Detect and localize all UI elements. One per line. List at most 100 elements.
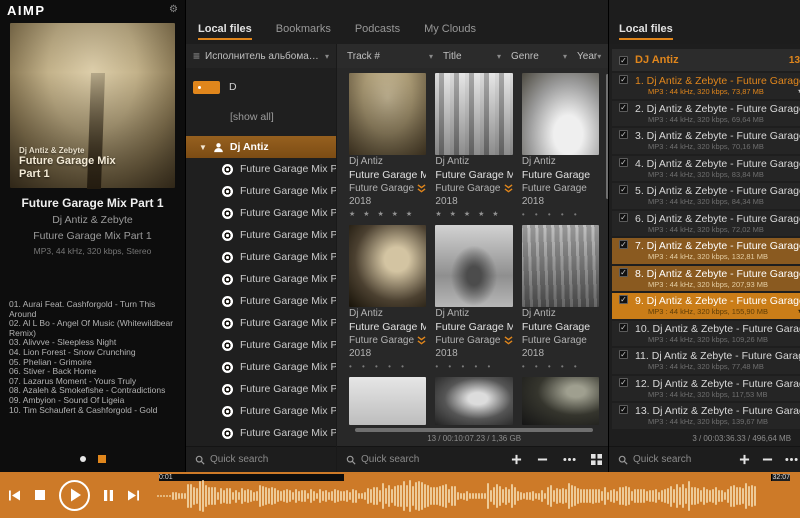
column-header-year[interactable]: Year▾ [577,51,611,62]
track-checkbox[interactable]: ✓ [619,158,628,167]
remove-icon[interactable] [762,454,773,465]
tree-show-all[interactable]: [show all] [186,106,336,128]
playlist-track-row[interactable]: ✓9. Dj Antiz & Zebyte - Future Garage ..… [612,293,800,319]
cell-rating[interactable]: • • • • • [435,362,512,370]
tab-my-clouds[interactable]: My Clouds [424,23,476,44]
tree-album-item[interactable]: Future Garage Mix Part 15 [186,422,336,444]
playlist-track-row[interactable]: ✓12. Dj Antiz & Zebyte - Future Garage .… [612,376,800,402]
track-checkbox[interactable]: ✓ [619,378,628,387]
filter-dropdown-icon[interactable]: ▾ [429,52,433,61]
tree-album-item[interactable]: Future Garage Mix Part 11 [186,356,336,378]
cell-rating[interactable]: • • • • • [349,362,426,370]
column-header-track#[interactable]: Track #▾ [347,51,443,62]
tree-album-item[interactable]: Future Garage Mix Part 7 [186,268,336,290]
waveform-seekbar[interactable]: 0:01 32:07 [157,474,792,516]
playlist-track-row[interactable]: ✓3. Dj Antiz & Zebyte - Future Garage ..… [612,128,800,154]
expand-chevrons-icon[interactable] [504,336,513,345]
album-grid-cell[interactable]: Dj AntizFuture GarageFuture Garage2018• … [522,225,599,370]
preview-track[interactable]: 02. Al L Bo - Angel Of Music (Whitewildb… [9,319,176,338]
track-checkbox[interactable]: ✓ [619,75,628,84]
album-grid-cell[interactable]: Dj AntizFuture GarageFuture Garage2018• … [522,73,599,218]
horizontal-scrollbar[interactable] [355,428,593,432]
album-grid-cell[interactable]: Dj AntizFuture Garage M...Future Garage2… [435,225,512,370]
add-icon[interactable] [511,454,522,465]
play-button[interactable] [59,480,90,511]
playlist-track-row[interactable]: ✓11. Dj Antiz & Zebyte - Future Garage .… [612,348,800,374]
playlist-track-row[interactable]: ✓5. Dj Antiz & Zebyte - Future Garage ..… [612,183,800,209]
tree-album-item[interactable]: Future Garage Mix Part 2 [186,180,336,202]
album-grid-cell[interactable]: Dj AntizFuture Garage M...Future Garage2… [435,73,512,218]
next-button[interactable] [127,489,140,502]
track-checkbox[interactable]: ✓ [619,240,628,249]
tab-bookmarks[interactable]: Bookmarks [276,23,331,44]
playlist-track-row[interactable]: ✓7. Dj Antiz & Zebyte - Future Garage ..… [612,238,800,264]
expand-chevrons-icon[interactable] [504,184,513,193]
tree-album-item[interactable]: Future Garage Mix Part 13 [186,378,336,400]
tree-album-item[interactable]: Future Garage Mix Part 4 [186,224,336,246]
tree-album-item[interactable]: Future Garage Mix Part 10 [186,334,336,356]
now-playing-album-art[interactable]: Dj Antiz & Zebyte Future Garage Mix Part… [10,23,175,188]
menu-icon[interactable]: ≡ [193,49,200,63]
more-icon[interactable] [563,457,576,462]
waveform[interactable] [157,480,792,512]
tree-artist-item[interactable]: ▼ Dj Antiz [186,136,336,158]
quick-search-input[interactable] [633,454,732,465]
quick-search-input[interactable] [361,454,504,465]
quick-search-input[interactable] [210,454,327,465]
album-grid-cell[interactable] [522,377,599,425]
stop-button[interactable] [34,489,46,501]
more-icon[interactable] [785,457,798,462]
group-checkbox[interactable]: ✓ [619,56,628,65]
album-grid-cell[interactable]: Dj AntizFuture Garage M...Future Garage2… [349,225,426,370]
preview-track[interactable]: 01. Aurai Feat. Cashforgold - Turn This … [9,300,176,319]
expander-icon[interactable]: ▼ [199,143,207,152]
column-header-genre[interactable]: Genre▾ [511,51,577,62]
view-grid-icon[interactable] [591,454,602,465]
track-checkbox[interactable]: ✓ [619,268,628,277]
playlist-track-row[interactable]: ✓4. Dj Antiz & Zebyte - Future Garage ..… [612,156,800,182]
add-icon[interactable] [739,454,750,465]
playlist-track-row[interactable]: ✓1. Dj Antiz & Zebyte - Future Garage ..… [612,73,800,99]
album-grid-cell[interactable] [435,377,512,425]
previous-button[interactable] [8,489,21,502]
tree-letter-group[interactable]: D [186,76,336,98]
playlist-track-row[interactable]: ✓10. Dj Antiz & Zebyte - Future Garage .… [612,321,800,347]
group-by-selector[interactable]: ≡ Исполнитель альбома - … ▾ [186,44,336,68]
track-checkbox[interactable]: ✓ [619,295,628,304]
playlist-track-row[interactable]: ✓2. Dj Antiz & Zebyte - Future Garage ..… [612,101,800,127]
tab-local-files[interactable]: Local files [198,23,252,44]
tree-album-item[interactable]: Future Garage Mix Part 9 [186,312,336,334]
track-checkbox[interactable]: ✓ [619,103,628,112]
tree-quick-search[interactable] [195,454,327,465]
expand-chevrons-icon[interactable] [417,336,426,345]
tree-album-item[interactable]: Future Garage Mix Part 3 [186,202,336,224]
grid-quick-search[interactable] [346,454,504,465]
page-dot-icon[interactable] [80,456,86,462]
track-checkbox[interactable]: ✓ [619,130,628,139]
playlist-track-row[interactable]: ✓6. Dj Antiz & Zebyte - Future Garage ..… [612,211,800,237]
playlist-tab[interactable]: Local files [619,23,673,44]
filter-dropdown-icon[interactable]: ▾ [497,52,501,61]
filter-dropdown-icon[interactable]: ▾ [597,52,601,61]
expand-chevrons-icon[interactable] [417,184,426,193]
cell-rating[interactable]: • • • • • [522,362,599,370]
track-checkbox[interactable]: ✓ [619,405,628,414]
tree-album-item[interactable]: Future Garage Mix Part 14 [186,400,336,422]
playlist-group-header[interactable]: ✓ DJ Antiz 13 / 10:07:24 [612,49,800,71]
track-checkbox[interactable]: ✓ [619,350,628,359]
album-grid-cell[interactable] [349,377,426,425]
tree-album-item[interactable]: Future Garage Mix Part 8 [186,290,336,312]
cell-rating[interactable]: • • • • • [522,210,599,218]
track-checkbox[interactable]: ✓ [619,213,628,222]
preview-track[interactable]: 10. Tim Schaufert & Cashforgold - Gold [9,406,176,416]
remove-icon[interactable] [537,454,548,465]
tree-album-item[interactable]: Future Garage Mix Part 1 [186,158,336,180]
filter-dropdown-icon[interactable]: ▾ [563,52,567,61]
cell-rating[interactable]: ★ ★ ★ ★ ★ [435,210,512,218]
page-active-icon[interactable] [98,455,106,463]
column-header-title[interactable]: Title▾ [443,51,511,62]
tree-album-item[interactable]: Future Garage Mix Part 6 [186,246,336,268]
track-checkbox[interactable]: ✓ [619,323,628,332]
cell-rating[interactable]: ★ ★ ★ ★ ★ [349,210,426,218]
pause-button[interactable] [103,489,114,502]
